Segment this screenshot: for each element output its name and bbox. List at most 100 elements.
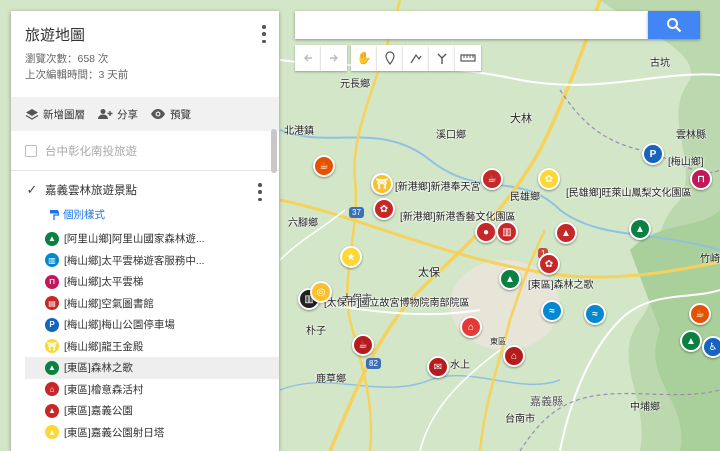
- place-list-item[interactable]: ▥ [梅山鄉]太平雲梯遊客服務中...: [25, 250, 279, 272]
- town-label: 朴子: [306, 326, 326, 337]
- flower-pin-icon[interactable]: ✿: [538, 253, 560, 275]
- place-label[interactable]: [新港鄉]新港香藝文化園區: [400, 208, 516, 223]
- place-name: [梅山鄉]空氣圖書館: [64, 297, 154, 310]
- draw-line-button[interactable]: [403, 45, 429, 71]
- place-list-item[interactable]: ⌂ [東區]檜意森活村: [25, 379, 279, 401]
- layer-checkbox[interactable]: [25, 144, 37, 157]
- search-input[interactable]: [295, 11, 648, 39]
- undo-button[interactable]: [295, 45, 321, 71]
- museum-pin-icon[interactable]: ▥: [496, 221, 518, 243]
- place-list-item[interactable]: ▤ [梅山鄉]空氣圖書館: [25, 293, 279, 315]
- search-button[interactable]: [648, 11, 700, 39]
- tree-icon: ▲: [45, 231, 59, 246]
- place-label[interactable]: [新港鄉]新港奉天宮: [395, 178, 481, 193]
- map-search-box[interactable]: [295, 11, 648, 39]
- view-count: 瀏覽次數：658 次: [25, 53, 109, 65]
- place-list-item[interactable]: ⛩ [梅山鄉]龍王金殿: [25, 336, 279, 358]
- parking-pin-icon[interactable]: P: [642, 143, 664, 165]
- undo-icon: [304, 54, 312, 62]
- place-label[interactable]: [東區]森林之歌: [528, 276, 594, 291]
- hand-icon: ✋: [356, 51, 372, 65]
- place-list-item[interactable]: ▲ [阿里山鄉]阿里山國家森林遊...: [25, 228, 279, 250]
- measure-button[interactable]: [455, 45, 481, 71]
- redo-button[interactable]: [321, 45, 347, 71]
- forest-icon: ▲: [45, 360, 59, 375]
- ruler-icon: [460, 54, 476, 62]
- tree-pin-icon[interactable]: ▲: [629, 218, 651, 240]
- place-name: [梅山鄉]太平雲梯遊客服務中...: [64, 254, 205, 267]
- place-list-item[interactable]: ▲ [東區]嘉義公園射日塔: [25, 422, 279, 444]
- place-label[interactable]: [太保市]國立故宮博物院南部院區: [324, 294, 470, 309]
- map-legend-panel: 旅遊地圖 瀏覽次數：658 次 上次編輯時間：3 天前 新增圖層 分享 預覽 台…: [11, 11, 279, 451]
- layer-name[interactable]: 嘉義雲林旅遊景點: [45, 182, 137, 198]
- flower-pin-icon[interactable]: ✿: [373, 198, 395, 220]
- preview-button[interactable]: 預覽: [150, 107, 191, 122]
- house-pin-icon[interactable]: ⌂: [503, 345, 525, 367]
- layer-taichung[interactable]: 台中彰化南投旅遊: [11, 131, 279, 171]
- shop-pin-icon[interactable]: ✉: [427, 356, 449, 378]
- town-label: 竹崎: [700, 254, 720, 265]
- book-icon: ▤: [45, 296, 59, 311]
- tree-pin-icon[interactable]: ★: [340, 246, 362, 268]
- place-list-item[interactable]: P [梅山鄉]梅山公園停車場: [25, 314, 279, 336]
- tree-pin-icon[interactable]: ▲: [680, 330, 702, 352]
- pan-tool-button[interactable]: ✋: [351, 45, 377, 71]
- town-label: 民雄鄉: [510, 192, 540, 203]
- preview-label: 預覽: [170, 108, 191, 121]
- place-list-item[interactable]: ⊓ [梅山鄉]太平雲梯: [25, 271, 279, 293]
- individual-style-link[interactable]: 個別樣式: [49, 207, 279, 222]
- tower-icon: ▲: [45, 425, 59, 440]
- layer-name[interactable]: 台中彰化南投旅遊: [45, 143, 137, 159]
- place-list-item[interactable]: ▲ [東區]嘉義公園: [25, 400, 279, 422]
- town-label: 東區: [490, 337, 506, 346]
- road-number: 37: [349, 207, 364, 218]
- cafe-pin-icon[interactable]: ☕: [689, 303, 711, 325]
- add-layer-button[interactable]: 新增圖層: [25, 107, 85, 122]
- house-icon: ⌂: [45, 382, 59, 397]
- town-label: 雲林縣: [676, 130, 706, 141]
- town-label: 六腳鄉: [288, 218, 318, 229]
- forest-pin-icon[interactable]: ▲: [499, 268, 521, 290]
- tower-pin-icon[interactable]: ⌂: [460, 316, 482, 338]
- share-button[interactable]: 分享: [97, 107, 138, 122]
- paint-roller-icon: [50, 209, 59, 220]
- water-pin-icon[interactable]: ≈: [584, 303, 606, 325]
- place-name: [阿里山鄉]阿里山國家森林遊...: [64, 233, 205, 246]
- place-name: [梅山鄉]龍王金殿: [64, 340, 144, 353]
- layer-options-icon[interactable]: [255, 183, 265, 201]
- town-label: 元長鄉: [340, 79, 370, 90]
- paw-pin-icon[interactable]: ●: [475, 221, 497, 243]
- place-list: ▲ [阿里山鄉]阿里山國家森林遊... ▥ [梅山鄉]太平雲梯遊客服務中... ⊓ [梅山…: [25, 228, 279, 443]
- town-label: 溪口鄉: [436, 130, 466, 141]
- map-title[interactable]: 旅遊地圖: [25, 24, 265, 45]
- more-options-icon[interactable]: [259, 25, 269, 43]
- cafe-pin-icon[interactable]: ☕: [352, 334, 374, 356]
- tree-pin-icon[interactable]: ▲: [555, 222, 577, 244]
- accessible-pin-icon[interactable]: ♿: [702, 336, 720, 358]
- place-label[interactable]: [梅山鄉]: [668, 153, 704, 168]
- panel-scrollbar[interactable]: [271, 129, 277, 173]
- add-marker-button[interactable]: [377, 45, 403, 71]
- place-name: [東區]森林之歌: [64, 362, 133, 375]
- cafe-pin-icon[interactable]: ☕: [313, 155, 335, 177]
- temple-pin-icon[interactable]: ✿: [538, 168, 560, 190]
- directions-button[interactable]: [429, 45, 455, 71]
- temple-icon: ⛩: [45, 339, 59, 354]
- layers-icon: [25, 109, 39, 120]
- draw-line-icon: [410, 53, 422, 64]
- place-label[interactable]: [民雄鄉]旺萊山鳳梨文化園區: [566, 184, 692, 199]
- directions-icon: [437, 53, 447, 64]
- bike-pin-icon[interactable]: ◎: [310, 281, 332, 303]
- bridge-icon: ⊓: [45, 274, 59, 289]
- town-label: 鹿草鄉: [316, 374, 346, 385]
- share-label: 分享: [117, 108, 138, 121]
- building-icon: ▥: [45, 253, 59, 268]
- cafe-pin-icon[interactable]: ☕: [481, 168, 503, 190]
- place-name: [梅山鄉]梅山公園停車場: [64, 319, 175, 332]
- layer-checkbox-checked[interactable]: ✓: [25, 182, 39, 197]
- place-list-item[interactable]: ▲ [東區]森林之歌: [25, 357, 279, 379]
- bridge-pin-icon[interactable]: ⊓: [690, 168, 712, 190]
- town-label: 大林: [510, 113, 532, 125]
- water-pin-icon[interactable]: ≈: [541, 300, 563, 322]
- temple-pin-icon[interactable]: ⛩: [371, 173, 393, 195]
